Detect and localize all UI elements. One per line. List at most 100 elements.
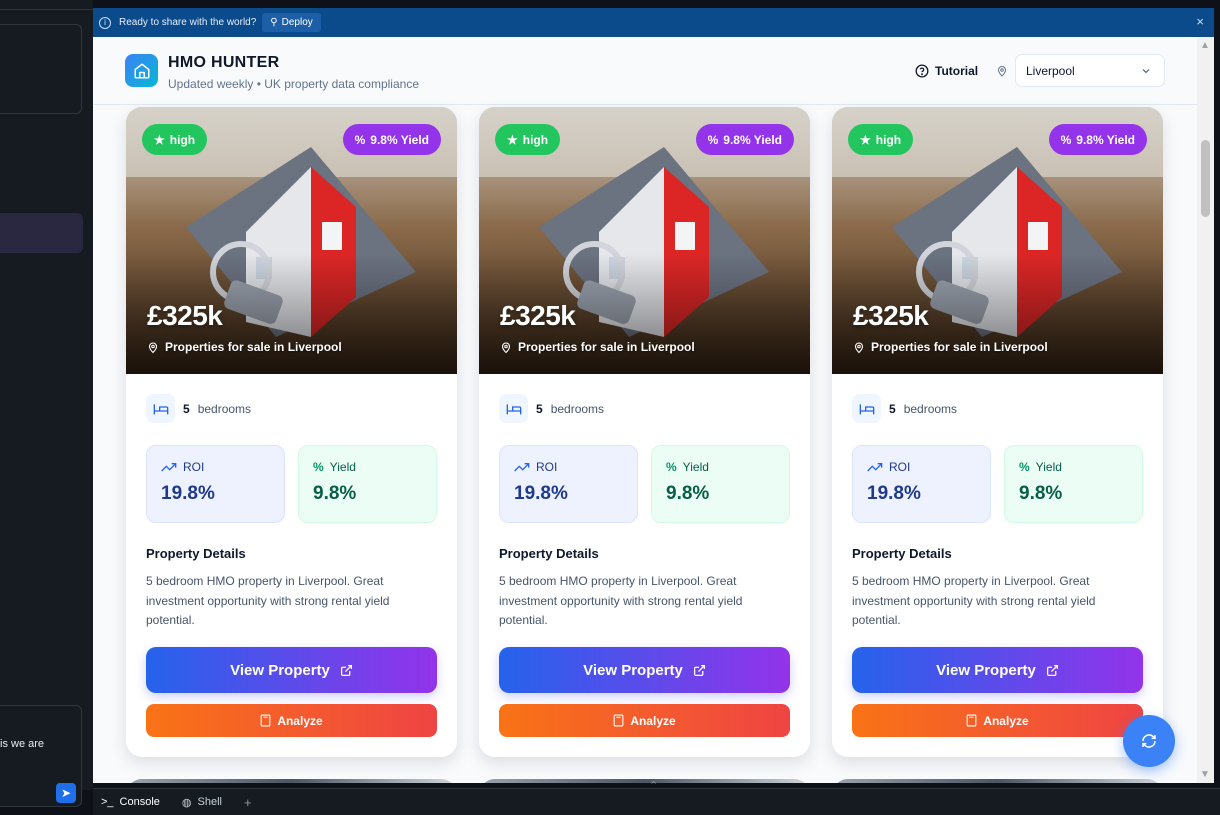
next-property-card-peek [479,779,810,783]
roi-label: ROI [183,460,205,474]
star-icon: ★ [860,132,871,147]
details-text: 5 bedroom HMO property in Liverpool. Gre… [146,574,390,627]
next-property-card-peek [126,779,457,783]
property-card: ★ high % 9.8% Yield £325k Properties for… [832,107,1163,757]
bedrooms-label: bedrooms [197,401,252,416]
calculator-icon [260,714,271,727]
details-title: Property Details [852,546,952,561]
analyze-button[interactable]: Analyze [499,704,790,737]
rating-badge: ★ high [848,124,914,155]
star-icon: ★ [507,132,518,147]
bed-icon [852,394,881,423]
analyze-label: Analyze [630,713,676,728]
calculator-icon [966,714,977,727]
property-card: ★ high % 9.8% Yield £325k Properties for… [126,107,457,757]
shell-icon: ◍ [181,796,192,809]
add-tab-button[interactable]: + [236,795,260,810]
chevron-up-icon[interactable]: ⌃ [649,779,658,792]
calculator-icon [613,714,624,727]
chevron-down-icon [1142,68,1150,73]
percent-icon: % [313,460,324,474]
location-label: Properties for sale in Liverpool [518,340,695,354]
property-price: £325k [500,300,576,331]
property-price: £325k [147,300,223,331]
ide-top-divider [0,0,93,10]
next-property-card-peek [832,779,1163,783]
home-logo-icon[interactable] [125,54,158,87]
yield-badge: % 9.8% Yield [1048,124,1147,155]
view-property-button[interactable]: View Property [852,647,1143,693]
rating-badge: ★ high [142,124,208,155]
property-location: Properties for sale in Liverpool [853,340,1048,354]
tab-console[interactable]: >_ Console [93,789,174,815]
tutorial-button[interactable]: Tutorial [915,64,978,78]
preview-frame: i Ready to share with the world? ⚲ Deplo… [93,8,1214,783]
yield-badge-label: 9.8% Yield [1076,132,1135,147]
vertical-scrollbar[interactable]: ▲ ▼ [1197,37,1214,783]
roi-value: 19.8% [867,483,921,504]
terminal-icon: >_ [101,796,114,808]
info-icon: i [99,16,111,29]
details-text: 5 bedroom HMO property in Liverpool. Gre… [499,574,743,627]
help-circle-icon [915,64,929,78]
view-property-label: View Property [583,661,683,679]
roi-metric: ROI 19.8% [146,445,285,523]
yield-metric: % Yield 9.8% [651,445,790,523]
yield-value: 9.8% [313,483,357,504]
external-link-icon [340,664,352,676]
scroll-down-icon[interactable]: ▼ [1200,769,1210,780]
details-title: Property Details [146,546,246,561]
app-subtitle: Updated weekly • UK property data compli… [168,77,419,91]
yield-badge-label: 9.8% Yield [370,132,429,147]
yield-value: 9.8% [1019,483,1063,504]
ide-bottom-bar: ⌃ >_ Console ◍ Shell + [93,780,1220,815]
view-property-label: View Property [936,661,1036,679]
scrollbar-thumb[interactable] [1201,140,1210,217]
location-label: Properties for sale in Liverpool [871,340,1048,354]
tutorial-label: Tutorial [935,64,979,78]
map-pin-icon [501,341,511,353]
city-select[interactable]: Liverpool [1015,54,1165,87]
close-icon[interactable]: × [1196,14,1204,29]
deploy-icon: ⚲ [270,17,278,28]
tab-shell[interactable]: ◍ Shell [174,789,236,815]
yield-label: Yield [1035,460,1062,474]
refresh-icon [1142,734,1156,748]
yield-metric: % Yield 9.8% [298,445,437,523]
percent-icon: % [666,460,677,474]
analyze-button[interactable]: Analyze [852,704,1143,737]
ide-left-panel: is we are ➤ [0,0,93,807]
property-price: £325k [853,300,929,331]
yield-badge: % 9.8% Yield [695,124,794,155]
view-property-button[interactable]: View Property [146,647,437,693]
ide-selected-item[interactable] [0,213,83,253]
analyze-label: Analyze [983,713,1029,728]
roi-label: ROI [536,460,558,474]
scroll-up-icon[interactable]: ▲ [1200,40,1210,51]
bedrooms-count: 5 [183,401,190,416]
deploy-button[interactable]: ⚲ Deploy [262,13,321,32]
star-icon: ★ [154,132,165,147]
details-title: Property Details [499,546,599,561]
city-select-value: Liverpool [1026,63,1075,78]
trending-up-icon [514,463,530,472]
details-text: 5 bedroom HMO property in Liverpool. Gre… [852,574,1096,627]
send-icon[interactable]: ➤ [56,783,76,803]
bedrooms-info: 5 bedrooms [499,394,604,423]
app-title: HMO HUNTER [168,54,280,71]
percent-icon: % [1019,460,1030,474]
property-location: Properties for sale in Liverpool [500,340,695,354]
view-property-button[interactable]: View Property [499,647,790,693]
yield-label: Yield [329,460,356,474]
bedrooms-info: 5 bedrooms [852,394,957,423]
analyze-label: Analyze [277,713,323,728]
bedrooms-count: 5 [889,401,896,416]
roi-value: 19.8% [161,483,215,504]
roi-value: 19.8% [514,483,568,504]
rating-badge-label: high [522,132,549,147]
deploy-banner: i Ready to share with the world? ⚲ Deplo… [93,8,1214,37]
bed-icon [146,394,175,423]
analyze-button[interactable]: Analyze [146,704,437,737]
refresh-button[interactable] [1123,715,1175,767]
deploy-message: Ready to share with the world? [119,17,257,28]
